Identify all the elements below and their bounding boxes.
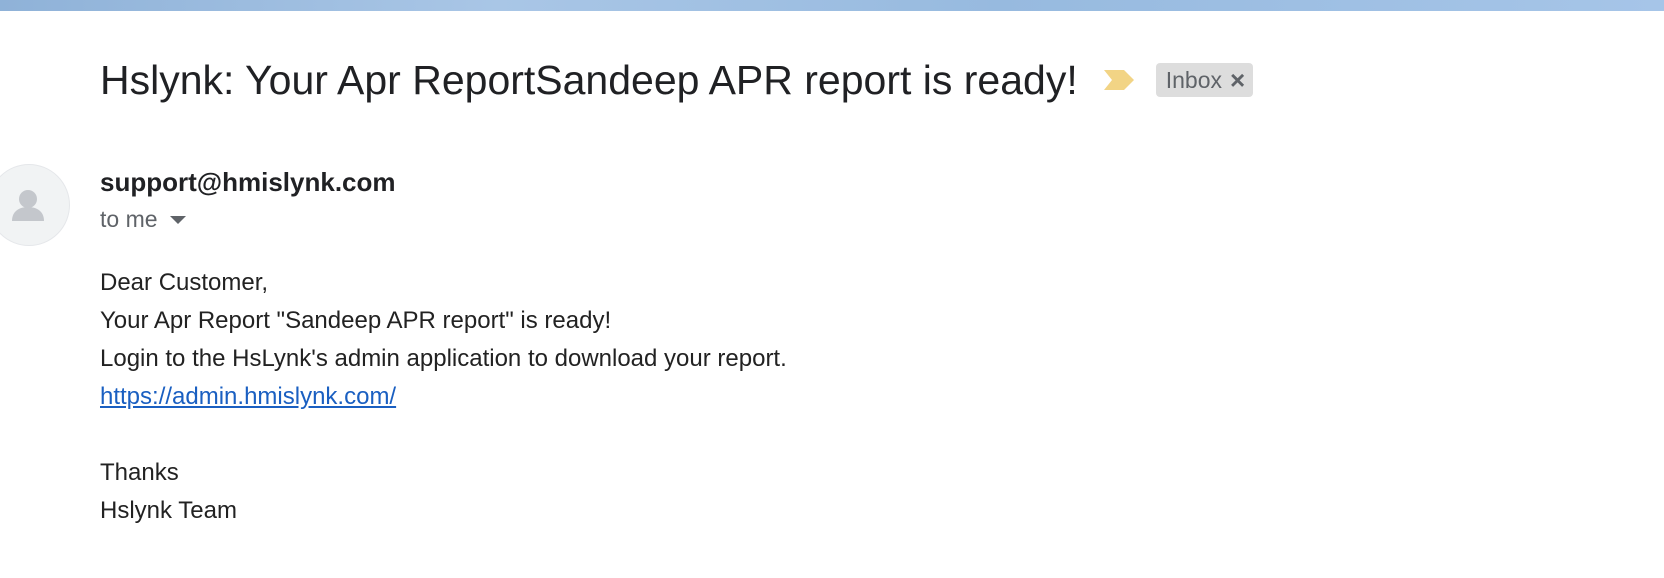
person-avatar-icon: [12, 190, 44, 221]
chevron-down-icon[interactable]: [169, 215, 186, 224]
label-chip-text: Inbox: [1165, 66, 1222, 93]
admin-link[interactable]: https://admin.hmislynk.com/: [100, 378, 787, 416]
email-subject: Hslynk: Your Apr ReportSandeep APR repor…: [100, 56, 1078, 103]
label-chip-inbox: Inbox ×: [1155, 63, 1254, 97]
body-line-report-ready: Your Apr Report "Sandeep APR report" is …: [100, 307, 612, 334]
header-background-strip: [0, 0, 1664, 11]
body-greeting: Dear Customer,: [100, 269, 269, 296]
recipient-text: to me: [100, 206, 158, 232]
remove-label-icon[interactable]: ×: [1230, 67, 1245, 93]
sender-email[interactable]: support@hmislynk.com: [100, 166, 396, 198]
message-body: Dear Customer, Your Apr Report "Sandeep …: [100, 264, 787, 530]
body-signature: Hslynk Team: [100, 497, 237, 524]
sender-avatar[interactable]: [0, 164, 70, 246]
body-line-login-instructions: Login to the HsLynk's admin application …: [100, 345, 787, 372]
recipient-details-toggle[interactable]: to me: [100, 206, 396, 233]
body-spacer: [100, 416, 787, 454]
subject-row: Hslynk: Your Apr ReportSandeep APR repor…: [100, 52, 1254, 108]
sender-block: support@hmislynk.com to me: [100, 166, 396, 233]
body-thanks: Thanks: [100, 459, 179, 486]
importance-marker-icon[interactable]: [1102, 67, 1136, 93]
